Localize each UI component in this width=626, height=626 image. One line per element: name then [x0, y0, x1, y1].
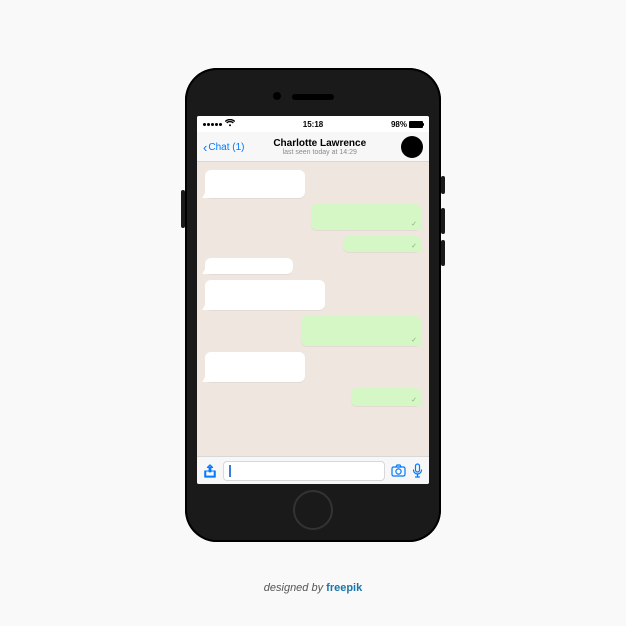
message-in[interactable]	[205, 170, 305, 198]
last-seen: last seen today at 14:29	[238, 149, 401, 157]
volume-down	[441, 240, 445, 266]
power-button	[181, 190, 185, 228]
wifi-icon	[225, 119, 235, 129]
attribution-prefix: designed by	[264, 582, 326, 594]
message-in[interactable]	[205, 258, 293, 274]
check-icon: ✓	[411, 220, 417, 228]
home-button[interactable]	[293, 490, 333, 530]
signal-icon	[203, 123, 222, 126]
speaker	[292, 94, 334, 100]
avatar[interactable]	[401, 136, 423, 158]
message-out[interactable]: ✓	[343, 236, 421, 252]
mute-switch	[441, 176, 445, 194]
text-cursor	[229, 465, 231, 477]
message-out[interactable]: ✓	[351, 388, 421, 406]
chat-area[interactable]: ✓ ✓ ✓ ✓	[197, 162, 429, 456]
battery-percent: 98%	[391, 120, 407, 129]
check-icon: ✓	[411, 336, 417, 344]
message-out[interactable]: ✓	[311, 204, 421, 230]
front-camera	[273, 92, 281, 100]
message-out[interactable]: ✓	[301, 316, 421, 346]
status-time: 15:18	[303, 120, 323, 129]
contact-name: Charlotte Lawrence	[238, 138, 401, 149]
attribution-brand: freepik	[326, 582, 362, 594]
check-icon: ✓	[411, 396, 417, 404]
battery-icon	[409, 121, 423, 128]
chevron-left-icon: ‹	[203, 141, 207, 154]
nav-bar: ‹ Chat (1) Charlotte Lawrence last seen …	[197, 132, 429, 162]
volume-up	[441, 208, 445, 234]
check-icon: ✓	[411, 242, 417, 250]
message-in[interactable]	[205, 352, 305, 382]
microphone-icon[interactable]	[412, 463, 423, 478]
status-bar: 15:18 98%	[197, 116, 429, 132]
attribution: designed by freepik	[0, 582, 626, 594]
share-icon[interactable]	[203, 464, 217, 478]
message-in[interactable]	[205, 280, 325, 310]
message-input[interactable]	[223, 461, 385, 481]
camera-icon[interactable]	[391, 464, 406, 477]
input-bar	[197, 456, 429, 484]
phone-frame: 15:18 98% ‹ Chat (1) Charlotte Lawrence …	[185, 68, 441, 542]
screen: 15:18 98% ‹ Chat (1) Charlotte Lawrence …	[197, 116, 429, 484]
